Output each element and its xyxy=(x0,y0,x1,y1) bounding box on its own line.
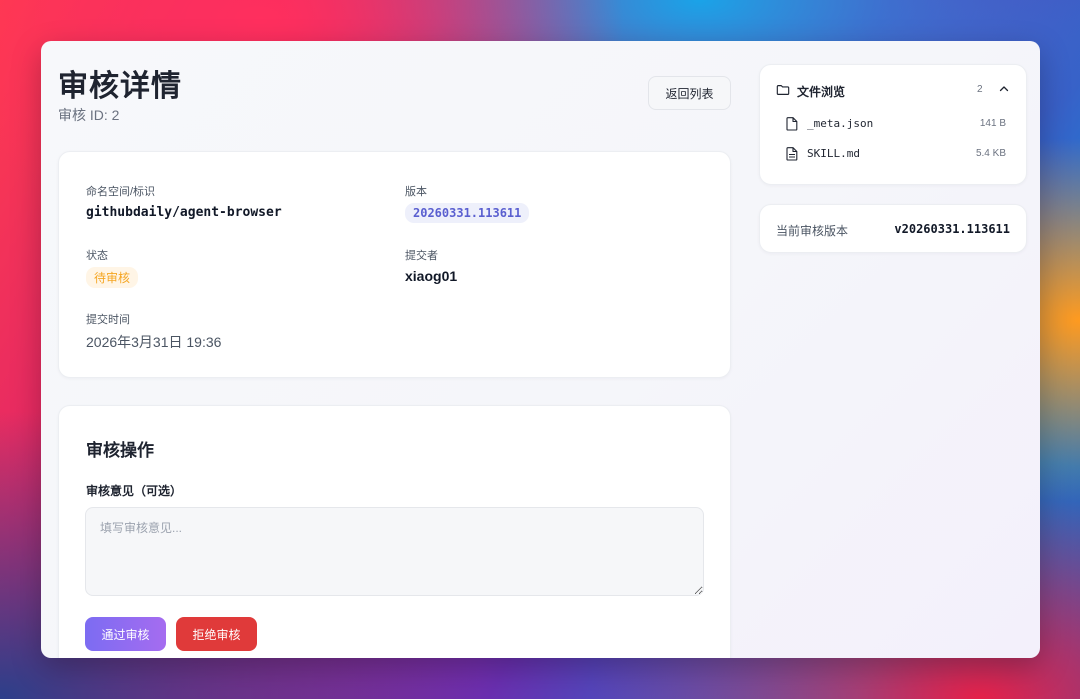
approve-button[interactable]: 通过审核 xyxy=(85,617,166,651)
file-size: 141 B xyxy=(979,118,1006,129)
file-icon xyxy=(786,117,798,131)
file-browser-label: 文件浏览 xyxy=(797,85,846,99)
namespace-label: 命名空间/标识 xyxy=(86,186,156,198)
current-version-value: v20260331.113611 xyxy=(894,222,1010,236)
submitter-label: 提交者 xyxy=(405,250,438,262)
version-label: 版本 xyxy=(405,186,427,198)
page-title: 审核详情 xyxy=(58,70,182,103)
submit-time-value: 2026年3月31日 19:36 xyxy=(86,334,222,350)
namespace-value: githubdaily/agent-browser xyxy=(86,205,282,220)
file-name: SKILL.md xyxy=(807,147,860,160)
chevron-up-icon[interactable] xyxy=(998,83,1010,95)
reject-button[interactable]: 拒绝审核 xyxy=(176,617,257,651)
submitter-value: xiaog01 xyxy=(405,268,458,284)
version-badge: 20260331.113611 xyxy=(405,203,530,223)
file-browser-card: 文件浏览 2 _meta.json 141 B SKILL.md 5.4 KB xyxy=(759,64,1027,185)
comment-label: 审核意见（可选） xyxy=(86,484,183,498)
review-info-card: 命名空间/标识 githubdaily/agent-browser 版本 202… xyxy=(58,151,731,378)
status-label: 状态 xyxy=(86,250,108,262)
review-id: 审核 ID: 2 xyxy=(58,107,120,123)
status-badge: 待审核 xyxy=(86,267,139,288)
action-title: 审核操作 xyxy=(86,441,154,460)
document-icon xyxy=(786,147,798,161)
submit-time-label: 提交时间 xyxy=(86,314,130,326)
folder-icon xyxy=(776,85,790,95)
file-name: _meta.json xyxy=(807,117,874,130)
current-version-label: 当前审核版本 xyxy=(776,224,849,238)
app-window: 审核详情 审核 ID: 2 返回列表 命名空间/标识 githubdaily/a… xyxy=(41,41,1040,658)
comment-textarea[interactable] xyxy=(85,507,704,596)
file-size: 5.4 KB xyxy=(975,148,1006,159)
review-action-card: 审核操作 审核意见（可选） 通过审核 拒绝审核 xyxy=(58,405,731,658)
back-to-list-button[interactable]: 返回列表 xyxy=(648,76,731,110)
file-item-skill-md[interactable]: SKILL.md 5.4 KB xyxy=(786,145,1006,165)
current-version-card: 当前审核版本 v20260331.113611 xyxy=(759,204,1027,253)
file-item-meta-json[interactable]: _meta.json 141 B xyxy=(786,115,1006,135)
file-count: 2 xyxy=(977,84,983,95)
